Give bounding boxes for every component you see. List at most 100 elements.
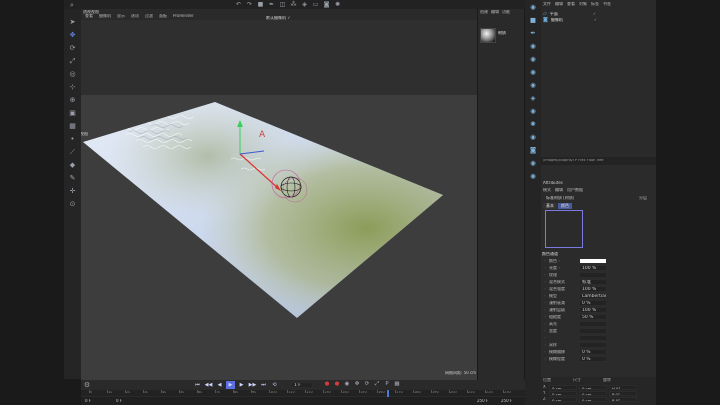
- frame-end-2[interactable]: 250 F: [501, 399, 512, 403]
- polygon-icon[interactable]: ◆: [68, 160, 78, 170]
- live-select-icon[interactable]: ◎: [68, 69, 78, 79]
- coord-rotation[interactable]: H 0°: [609, 384, 637, 390]
- object-tag[interactable]: ✓: [593, 12, 596, 16]
- scene-icon[interactable]: ◉: [528, 133, 538, 142]
- attribute-value[interactable]: [579, 257, 607, 264]
- attribute-value[interactable]: 0 %: [579, 355, 607, 362]
- sky-icon[interactable]: ◉: [528, 159, 538, 168]
- cursor-icon[interactable]: ➤: [68, 17, 78, 27]
- object-menu-item[interactable]: 编辑: [555, 2, 563, 6]
- light-icon[interactable]: ✺: [528, 120, 538, 129]
- rotate-icon[interactable]: ⟳: [68, 43, 78, 53]
- edge-icon[interactable]: ⟋: [68, 147, 78, 157]
- attribute-value[interactable]: 标准: [579, 278, 607, 285]
- attribute-value[interactable]: Lambertian: [579, 292, 607, 299]
- keyframe-dot-icon[interactable]: ◦: [543, 258, 547, 263]
- attribute-value[interactable]: 100 %: [579, 264, 607, 271]
- frame-field[interactable]: 1 F: [291, 382, 313, 388]
- coord-position[interactable]: 0 cm: [549, 396, 577, 402]
- next-key-icon[interactable]: ▶▶: [248, 381, 257, 389]
- pen-icon[interactable]: ✒: [528, 29, 538, 38]
- attributes-menu-item[interactable]: 模式: [543, 188, 551, 192]
- keyframe-dot-icon[interactable]: ◦: [543, 321, 547, 326]
- object-menu-item[interactable]: 文件: [543, 2, 551, 6]
- material-menu-item[interactable]: 创建: [480, 10, 488, 14]
- keyframe-dot-icon[interactable]: ◦: [543, 349, 547, 354]
- cube-icon[interactable]: ■: [256, 0, 265, 9]
- coord-position[interactable]: 0 cm: [549, 384, 577, 390]
- camera-icon[interactable]: ◙: [322, 0, 331, 9]
- texture-icon[interactable]: ▦: [68, 121, 78, 131]
- coord-icon[interactable]: ⊕: [68, 95, 78, 105]
- undo-icon[interactable]: ↶: [234, 0, 243, 9]
- deformer-icon[interactable]: ◈: [528, 94, 538, 103]
- attribute-value[interactable]: [579, 334, 607, 341]
- keyframe-dot-icon[interactable]: ◦: [543, 265, 547, 270]
- attribute-value[interactable]: 100 %: [579, 285, 607, 292]
- model-icon[interactable]: ▣: [68, 108, 78, 118]
- attribute-value[interactable]: [579, 327, 607, 334]
- keyframe-dot-icon[interactable]: ◦: [543, 342, 547, 347]
- attribute-value[interactable]: 0 %: [579, 299, 607, 306]
- pointer-icon[interactable]: ◉: [528, 3, 538, 12]
- keyframe-dot-icon[interactable]: ◦: [543, 328, 547, 333]
- point-icon[interactable]: •: [68, 134, 78, 144]
- light-icon[interactable]: ✺: [333, 0, 342, 9]
- cube-icon[interactable]: ■: [528, 16, 538, 25]
- attributes-menu-item[interactable]: 用户数据: [567, 188, 583, 192]
- coord-rotation[interactable]: B 0°: [609, 396, 637, 402]
- key-grid-icon[interactable]: ▦: [393, 381, 401, 389]
- keyframe-dot-icon[interactable]: ◦: [543, 335, 547, 340]
- coord-rotation[interactable]: P 0°: [609, 390, 637, 396]
- scale-icon[interactable]: ⤢: [68, 56, 78, 66]
- snap-icon[interactable]: ⊙: [68, 199, 78, 209]
- attribute-value[interactable]: 50 %: [579, 313, 607, 320]
- coord-position[interactable]: 0 cm: [549, 390, 577, 396]
- key-rot-icon[interactable]: ⟳: [363, 381, 371, 389]
- prev-key-icon[interactable]: ◀◀: [204, 381, 213, 389]
- paint-icon[interactable]: ✎: [68, 173, 78, 183]
- timeline-settings-icon[interactable]: ⚙: [84, 381, 90, 388]
- attribute-value[interactable]: [579, 341, 607, 348]
- generator-icon[interactable]: ◉: [528, 81, 538, 90]
- key-scale-icon[interactable]: ⤢: [373, 381, 381, 389]
- timeline-ruler[interactable]: 0 10 20 30 40 50 60 70 80 90 100 110 120 130 140 150 160…: [81, 390, 525, 396]
- key-select-icon[interactable]: ◉: [343, 381, 351, 389]
- attribute-value[interactable]: [579, 320, 607, 327]
- keyframe-dot-icon[interactable]: ◦: [543, 314, 547, 319]
- viewport[interactable]: 透视视图 查看 摄像机 显示 选项 过滤 面板 ProRender 默认摄像机 ✓ 视图: [81, 9, 477, 380]
- object-tag[interactable]: ✓: [594, 18, 597, 22]
- material-swatch[interactable]: [480, 28, 496, 43]
- record-icon[interactable]: ●: [323, 381, 331, 389]
- axis-icon[interactable]: ✛: [68, 186, 78, 196]
- move-icon[interactable]: ✥: [68, 30, 78, 40]
- field-icon[interactable]: ◉: [528, 107, 538, 116]
- text-icon[interactable]: ◉: [528, 42, 538, 51]
- tag-icon[interactable]: ◉: [528, 172, 538, 181]
- object-menu-item[interactable]: 标签: [591, 2, 599, 6]
- nurbs-icon[interactable]: ◉: [528, 68, 538, 77]
- material-menu-item[interactable]: 编辑: [491, 10, 499, 14]
- attributes-preset[interactable]: 分层: [639, 196, 647, 200]
- key-param-icon[interactable]: P: [383, 381, 391, 389]
- keyframe-dot-icon[interactable]: ◦: [543, 279, 547, 284]
- prev-frame-icon[interactable]: ◀: [215, 381, 224, 389]
- keyframe-dot-icon[interactable]: ◦: [543, 286, 547, 291]
- array-icon[interactable]: ⁂: [289, 0, 298, 9]
- keyframe-dot-icon[interactable]: ◦: [543, 300, 547, 305]
- frame-current[interactable]: 0 F: [116, 399, 122, 403]
- object-menu-item[interactable]: 查看: [567, 2, 575, 6]
- keyframe-dot-icon[interactable]: ◦: [543, 293, 547, 298]
- transform-icon[interactable]: ⊹: [68, 82, 78, 92]
- attributes-tab[interactable]: 颜色: [558, 203, 572, 209]
- coord-size[interactable]: 0 cm: [579, 396, 607, 402]
- coord-size[interactable]: 0 cm: [579, 384, 607, 390]
- attribute-value[interactable]: [579, 271, 607, 278]
- redo-icon[interactable]: ↷: [245, 0, 254, 9]
- loop-icon[interactable]: ⟲: [270, 381, 279, 389]
- object-menu-item[interactable]: 对象: [579, 2, 587, 6]
- attribute-value[interactable]: 0 %: [579, 348, 607, 355]
- frame-range-bar[interactable]: 0 F 0 F 250 F 250 F: [81, 397, 525, 405]
- spline-icon[interactable]: ◉: [528, 55, 538, 64]
- floor-icon[interactable]: ▭: [311, 0, 320, 9]
